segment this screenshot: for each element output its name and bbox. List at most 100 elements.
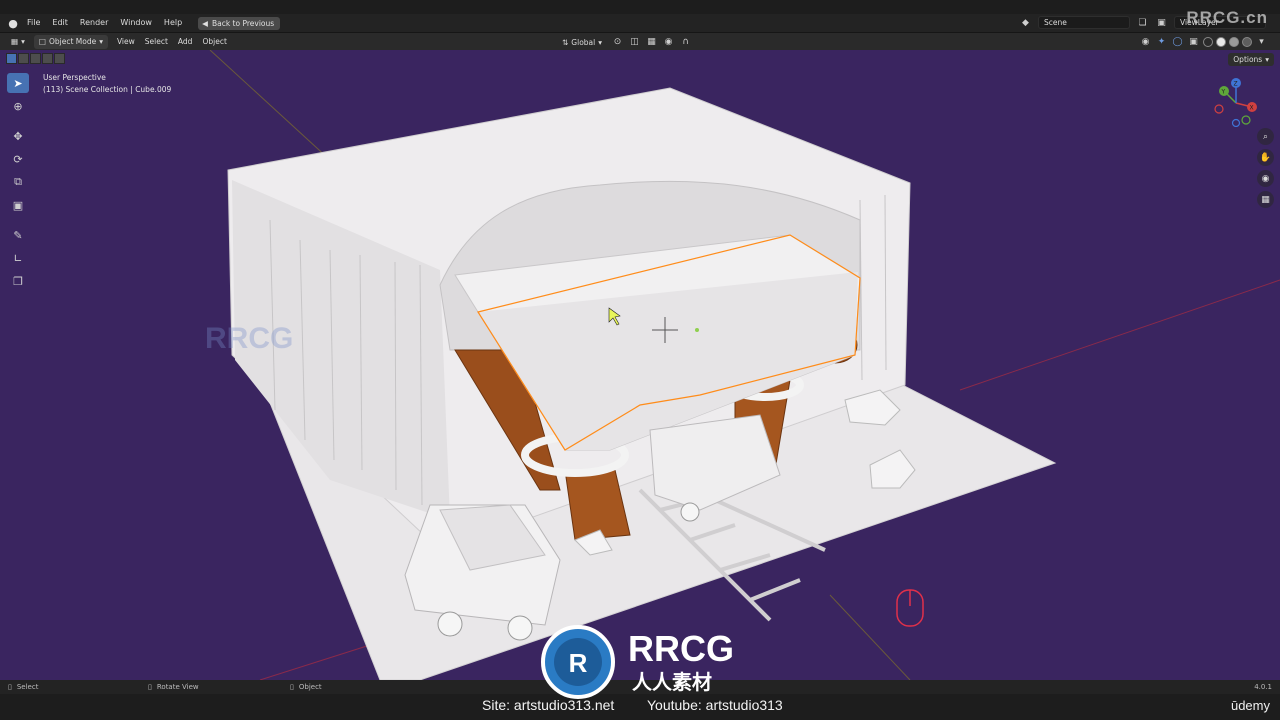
xray-icon[interactable]: ▣ xyxy=(1187,35,1200,48)
select-invert-icon[interactable] xyxy=(42,53,53,64)
orientation-icon: ⇅ xyxy=(562,37,569,47)
menu-render[interactable]: Render xyxy=(74,14,114,32)
gizmo-x-label: X xyxy=(1250,105,1254,112)
back-arrow-icon: ◀ xyxy=(202,18,208,28)
scene-selector[interactable]: Scene xyxy=(1038,16,1130,29)
object-mode-icon: □ xyxy=(38,37,46,46)
status-object: ▯ Object xyxy=(290,683,322,691)
menu-object[interactable]: Object xyxy=(197,35,231,49)
mode-label: Object Mode xyxy=(48,37,97,46)
orientation-selector[interactable]: ⇅ Global ▾ xyxy=(557,35,607,49)
measure-tool-icon[interactable]: ∟ xyxy=(7,248,29,268)
options-label: Options xyxy=(1233,55,1263,64)
scene-name: Scene xyxy=(1044,18,1067,27)
menu-help[interactable]: Help xyxy=(158,14,188,32)
minecart-back-wheel xyxy=(680,502,700,522)
back-button-label: Back to Previous xyxy=(211,18,275,28)
annotate-tool-icon[interactable]: ✎ xyxy=(7,225,29,245)
back-to-previous-button[interactable]: ◀ Back to Previous xyxy=(198,16,281,30)
new-scene-icon[interactable]: ❏ xyxy=(1136,16,1149,29)
wireframe-shading-icon[interactable] xyxy=(1203,36,1213,47)
view-layer-icon[interactable]: ▣ xyxy=(1155,16,1168,29)
origin-dot xyxy=(695,328,699,332)
menu-window[interactable]: Window xyxy=(114,14,158,32)
watermark-logo-subtext: 人人素材 xyxy=(632,672,712,694)
tool-shelf: ➤ ⊕ ✥ ⟳ ⧉ ▣ ✎ ∟ ❐ xyxy=(7,73,31,291)
svg-text:R: R xyxy=(569,648,588,678)
middle-mouse-icon: ▯ xyxy=(148,683,152,691)
select-intersect-icon[interactable] xyxy=(54,53,65,64)
menu-add[interactable]: Add xyxy=(173,35,198,49)
snap-icon[interactable]: ◫ xyxy=(628,36,641,49)
gizmo-z-label: Z xyxy=(1234,81,1238,88)
gizmo-toggle-icon[interactable]: ✦ xyxy=(1155,35,1168,48)
udemy-logo: ūdemy xyxy=(1230,698,1270,713)
snap-target-icon[interactable]: ▦ xyxy=(645,36,658,49)
menu-select[interactable]: Select xyxy=(140,35,173,49)
chevron-down-icon: ▾ xyxy=(99,37,103,46)
visibility-icon[interactable]: ◉ xyxy=(1139,35,1152,48)
add-cube-tool-icon[interactable]: ❐ xyxy=(7,271,29,291)
rrcg-emblem-icon: R xyxy=(541,625,615,699)
gizmo-y-label: Y xyxy=(1221,89,1226,96)
select-subtract-icon[interactable] xyxy=(30,53,41,64)
menu-view[interactable]: View xyxy=(112,35,140,49)
overlay-icon[interactable]: ◯ xyxy=(1171,35,1184,48)
transform-tool-icon[interactable]: ▣ xyxy=(7,195,29,215)
gizmo-neg-y-icon xyxy=(1241,115,1251,125)
cursor-tool-icon[interactable]: ⊕ xyxy=(7,96,29,116)
faint-watermark: RRCG xyxy=(205,322,293,356)
selection-mode-buttons xyxy=(6,53,65,64)
material-shading-icon[interactable] xyxy=(1229,36,1239,47)
watermark-logo: R RRCG 人人素材 xyxy=(540,622,740,702)
status-select: ▯ Select xyxy=(8,683,38,691)
3d-viewport[interactable]: User Perspective (113) Scene Collection … xyxy=(0,50,1280,680)
navigation-gizmo[interactable]: X Y Z xyxy=(1210,75,1262,127)
scale-tool-icon[interactable]: ⧉ xyxy=(7,172,29,192)
perspective-label: User Perspective xyxy=(43,73,106,82)
falloff-icon[interactable]: ∩ xyxy=(679,36,692,49)
camera-view-icon[interactable]: ◉ xyxy=(1257,170,1274,187)
rendered-shading-icon[interactable] xyxy=(1242,36,1252,47)
shading-options-icon[interactable]: ▾ xyxy=(1255,35,1268,48)
editor-type-icon: ▦ xyxy=(11,37,19,46)
minecart-front-wheel-right xyxy=(507,615,533,641)
blender-logo-icon[interactable]: ● xyxy=(5,15,21,31)
x-axis-line xyxy=(959,279,1280,391)
zoom-icon[interactable]: ⌕ xyxy=(1257,128,1274,145)
pivot-point-icon[interactable]: ⊙ xyxy=(611,36,624,49)
top-menu-bar: ● File Edit Render Window Help ◀ Back to… xyxy=(0,14,1280,32)
chevron-down-icon: ▾ xyxy=(1265,55,1269,64)
solid-shading-icon[interactable] xyxy=(1216,36,1226,47)
select-extend-icon[interactable] xyxy=(18,53,29,64)
move-tool-icon[interactable]: ✥ xyxy=(7,126,29,146)
gizmo-neg-z-icon xyxy=(1231,118,1241,127)
orientation-label: Global xyxy=(571,37,596,47)
select-box-tool-icon[interactable]: ➤ xyxy=(7,73,29,93)
y-axis-line-lower xyxy=(829,594,911,680)
gizmo-neg-x-icon xyxy=(1214,104,1224,114)
pan-hand-icon[interactable]: ✋ xyxy=(1257,149,1274,166)
collection-info: (113) Scene Collection | Cube.009 xyxy=(43,85,172,94)
left-mouse-icon: ▯ xyxy=(8,683,12,691)
watermark-top-right: RRCG.cn xyxy=(1186,8,1268,27)
scene-render xyxy=(209,50,1280,680)
status-rotate: ▯ Rotate View xyxy=(148,683,199,691)
perspective-toggle-icon[interactable]: ▦ xyxy=(1257,191,1274,208)
chevron-down-icon: ▾ xyxy=(21,37,25,46)
status-rotate-label: Rotate View xyxy=(156,683,199,691)
status-object-label: Object xyxy=(298,683,322,691)
viewport-header: ▦ ▾ □ Object Mode ▾ View Select Add Objec… xyxy=(0,32,1280,50)
editor-type-button[interactable]: ▦ ▾ xyxy=(6,35,30,49)
menu-file[interactable]: File xyxy=(21,14,46,32)
version-label: 4.0.1 xyxy=(1254,683,1272,691)
rotate-tool-icon[interactable]: ⟳ xyxy=(7,149,29,169)
right-mouse-icon: ▯ xyxy=(290,683,294,691)
chevron-down-icon: ▾ xyxy=(598,37,602,47)
scene-icon[interactable]: ◆ xyxy=(1019,16,1032,29)
options-dropdown[interactable]: Options ▾ xyxy=(1228,53,1274,66)
select-new-icon[interactable] xyxy=(6,53,17,64)
menu-edit[interactable]: Edit xyxy=(46,14,74,32)
mode-selector[interactable]: □ Object Mode ▾ xyxy=(33,34,108,49)
proportional-edit-icon[interactable]: ◉ xyxy=(662,36,675,49)
